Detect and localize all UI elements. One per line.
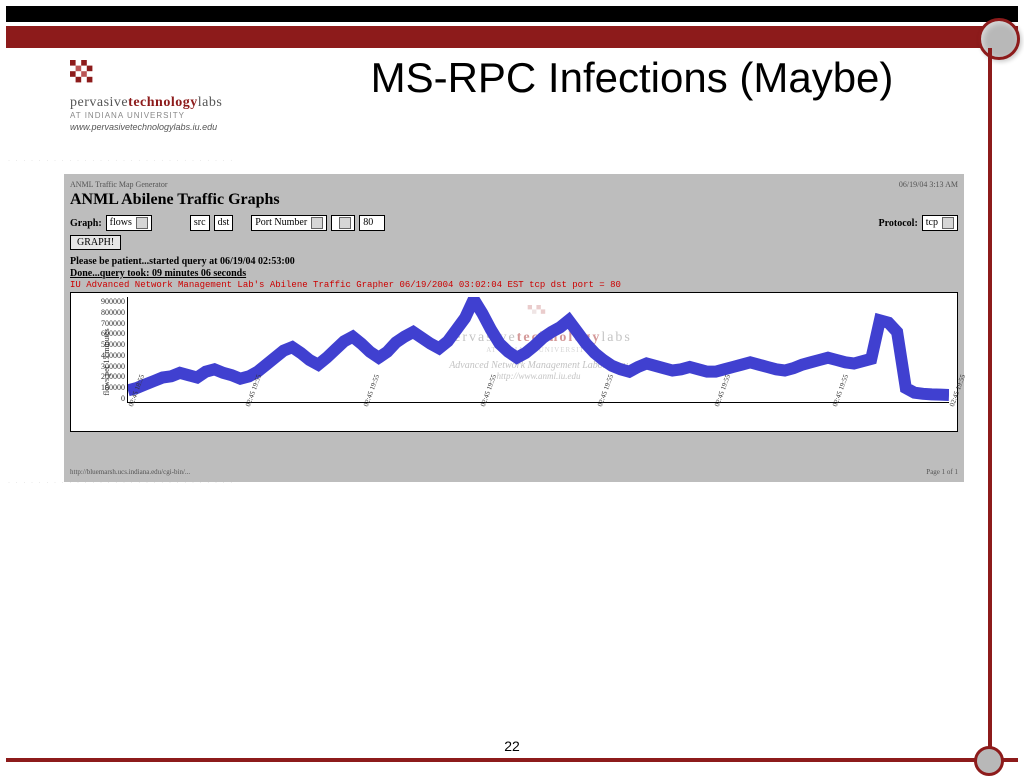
org-logo-block: pervasivetechnologylabs AT INDIANA UNIVE… xyxy=(70,60,290,132)
panel-footer-right: Page 1 of 1 xyxy=(926,468,958,476)
status-line-2: Done...query took: 09 minutes 06 seconds xyxy=(70,268,958,280)
dot-row: · · · · · · · · · · · · · · · · · · · · … xyxy=(8,158,234,164)
brand-sub: AT INDIANA UNIVERSITY xyxy=(70,111,290,120)
chart-xticks: 02:45 18:5502:45 19:5502:45 19:5502:45 1… xyxy=(127,405,949,431)
graph-select[interactable]: flows xyxy=(106,215,152,231)
panel-heading: ANML Abilene Traffic Graphs xyxy=(70,191,958,209)
panel-top-right: 06/19/04 3:13 AM xyxy=(899,180,958,189)
brand-url: www.pervasivetechnologylabs.iu.edu xyxy=(70,122,290,132)
top-circle-ornament xyxy=(978,18,1020,60)
brand-part3: labs xyxy=(198,95,223,110)
slide-title: MS-RPC Infections (Maybe) xyxy=(300,55,964,101)
top-black-bar xyxy=(6,6,1018,22)
top-red-bar xyxy=(6,26,1018,48)
graph-label: Graph: xyxy=(70,218,102,229)
port-type-value: Port Number xyxy=(255,217,307,229)
bottom-red-line xyxy=(6,758,1018,762)
embedded-panel: ANML Traffic Map Generator 06/19/04 3:13… xyxy=(64,174,964,482)
protocol-select[interactable]: tcp xyxy=(922,215,958,231)
graph-select-value: flows xyxy=(110,217,132,229)
protocol-value: tcp xyxy=(926,217,938,229)
protocol-label: Protocol: xyxy=(879,218,918,229)
controls-row: Graph: flows src dst Port Number 80 Prot… xyxy=(70,215,958,231)
port-type-select[interactable]: Port Number xyxy=(251,215,327,231)
brand-part1: pervasive xyxy=(70,95,128,110)
port-input[interactable]: 80 xyxy=(359,215,385,231)
dst-toggle[interactable]: dst xyxy=(214,215,234,231)
chart-box: flows per 15 minutes 0100000200000300000… xyxy=(70,292,958,432)
grapher-caption: IU Advanced Network Management Lab's Abi… xyxy=(70,280,958,290)
port-op-select[interactable] xyxy=(331,215,355,231)
panel-top-left: ANML Traffic Map Generator xyxy=(70,180,168,189)
chart-yticks: 0100000200000300000400000500000600000700… xyxy=(87,297,125,403)
status-line-1: Please be patient...started query at 06/… xyxy=(70,256,958,268)
brand-text: pervasivetechnologylabs xyxy=(70,95,290,111)
brand-part2: technology xyxy=(128,95,198,110)
src-toggle[interactable]: src xyxy=(190,215,210,231)
pixel-icon xyxy=(70,60,98,91)
panel-footer-left: http://bluemarsh.ucs.indiana.edu/cgi-bin… xyxy=(70,468,190,476)
graph-button[interactable]: GRAPH! xyxy=(70,235,121,250)
page-number: 22 xyxy=(0,738,1024,754)
side-red-line xyxy=(988,48,992,762)
